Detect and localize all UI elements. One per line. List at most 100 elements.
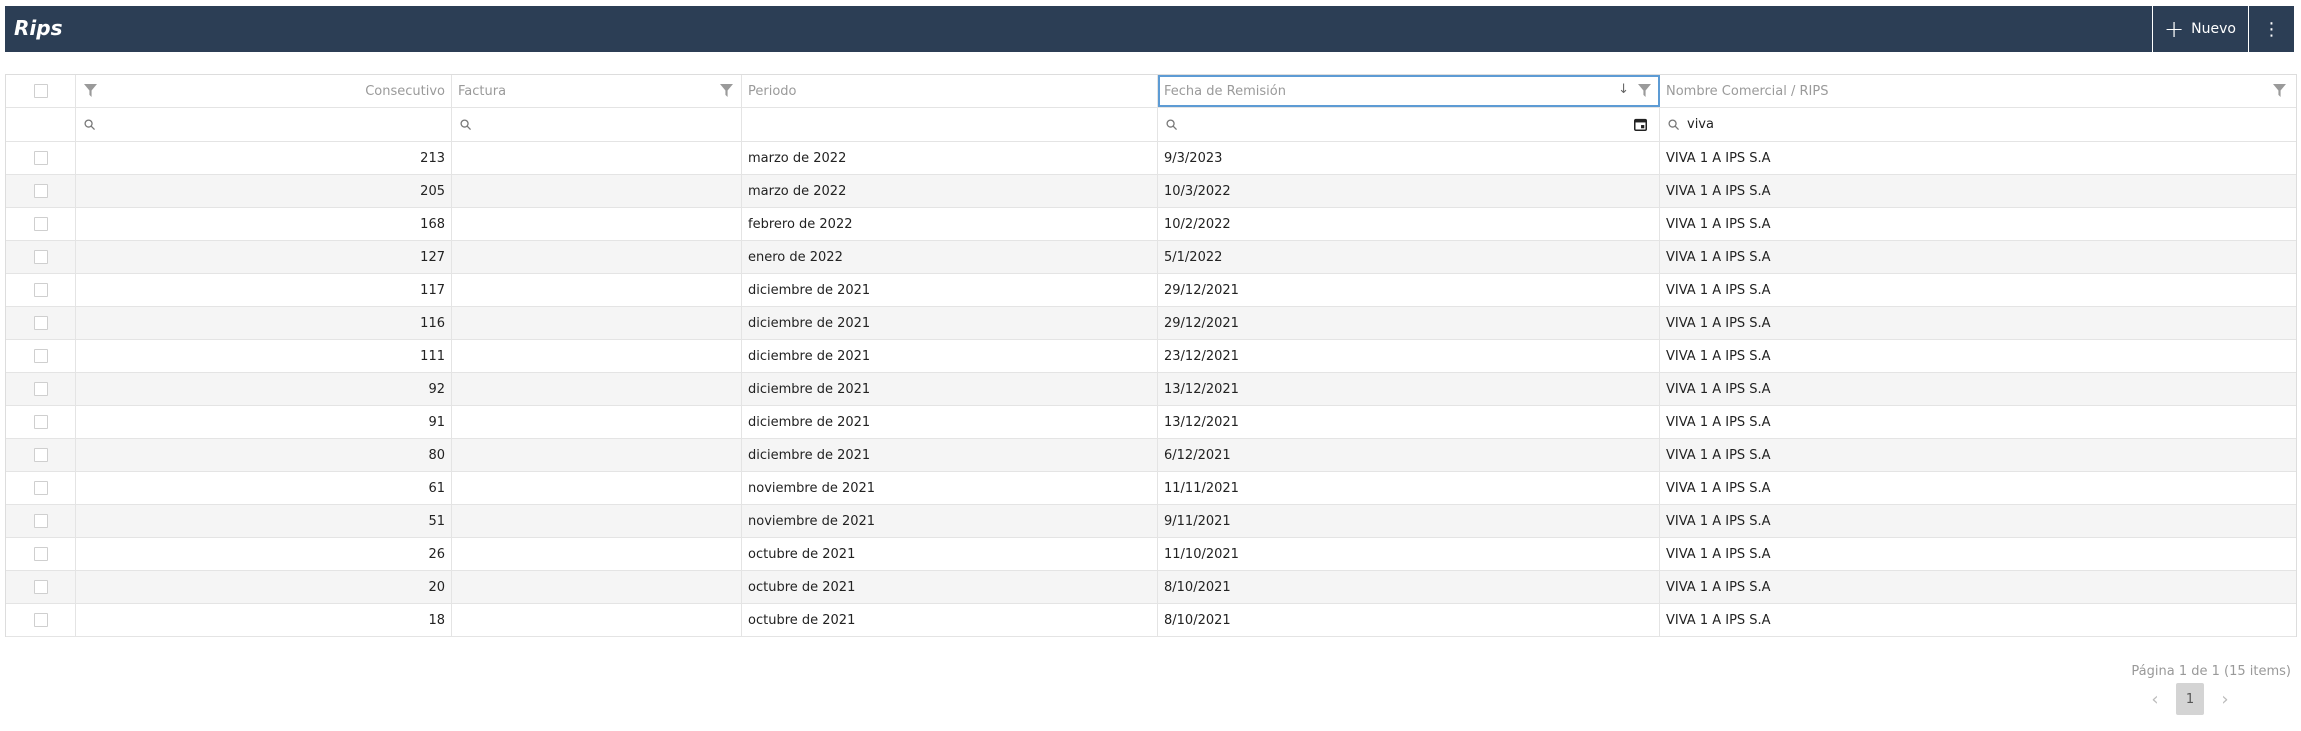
column-header-periodo[interactable]: Periodo (742, 75, 1158, 107)
row-checkbox[interactable] (33, 316, 48, 330)
cell-consecutivo: 92 (76, 373, 452, 405)
cell-periodo: noviembre de 2021 (742, 472, 1158, 504)
prev-page-icon[interactable]: ‹ (2142, 689, 2168, 710)
table-row[interactable]: 61 noviembre de 2021 11/11/2021 VIVA 1 A IP… (6, 472, 2296, 505)
cell-periodo: octubre de 2021 (742, 571, 1158, 603)
cell-fecha-remision: 13/12/2021 (1158, 373, 1660, 405)
filter-value[interactable]: viva (1687, 117, 1714, 132)
row-checkbox[interactable] (33, 184, 48, 198)
row-checkbox[interactable] (33, 580, 48, 594)
row-checkbox[interactable] (33, 349, 48, 363)
calendar-icon[interactable] (1634, 118, 1647, 131)
column-header-consecutivo[interactable]: Consecutivo (76, 75, 452, 107)
cell-factura (452, 538, 742, 570)
cell-periodo: octubre de 2021 (742, 604, 1158, 636)
paging-info: Página 1 de 1 (15 items) (2131, 664, 2291, 679)
row-select-cell (6, 142, 76, 174)
table-row[interactable]: 92 diciembre de 2021 13/12/2021 VIVA 1 A IP… (6, 373, 2296, 406)
cell-factura (452, 208, 742, 240)
cell-nombre-comercial: VIVA 1 A IPS S.A (1666, 348, 1771, 364)
column-header-factura[interactable]: Factura (452, 75, 742, 107)
row-checkbox[interactable] (33, 382, 48, 396)
cell-periodo: octubre de 2021 (742, 538, 1158, 570)
row-checkbox[interactable] (33, 481, 48, 495)
row-checkbox[interactable] (33, 250, 48, 264)
row-checkbox[interactable] (33, 283, 48, 297)
cell-consecutivo: 213 (76, 142, 452, 174)
column-label: Fecha de Remisión (1164, 83, 1286, 99)
cell-fecha-remision: 9/3/2023 (1158, 142, 1660, 174)
filter-icon[interactable] (84, 84, 97, 97)
new-button[interactable]: + Nuevo (2152, 6, 2247, 52)
table-row[interactable]: 168 febrero de 2022 10/2/2022 VIVA 1 A IPS … (6, 208, 2296, 241)
cell-factura (452, 307, 742, 339)
column-header-fecha-remision[interactable]: Fecha de Remisión ↓ (1158, 75, 1660, 107)
header-row: Consecutivo Factura Periodo Fecha de Rem… (6, 75, 2296, 108)
table-row[interactable]: 116 diciembre de 2021 29/12/2021 VIVA 1 A I… (6, 307, 2296, 340)
cell-fecha-remision: 9/11/2021 (1158, 505, 1660, 537)
row-select-cell (6, 439, 76, 471)
cell-periodo: noviembre de 2021 (742, 505, 1158, 537)
filter-icon[interactable] (2273, 84, 2286, 97)
more-options-button[interactable]: ⋮ (2248, 6, 2294, 52)
filter-icon[interactable] (720, 84, 733, 97)
cell-factura (452, 604, 742, 636)
cell-factura (452, 274, 742, 306)
cell-fecha-remision: 8/10/2021 (1158, 571, 1660, 603)
row-checkbox[interactable] (33, 151, 48, 165)
row-select-cell (6, 505, 76, 537)
cell-nombre-comercial: VIVA 1 A IPS S.A (1666, 183, 1771, 199)
next-page-icon[interactable]: › (2212, 689, 2238, 710)
table-row[interactable]: 213 marzo de 2022 9/3/2023 VIVA 1 A IPS S.A (6, 142, 2296, 175)
column-header-nombre-comercial[interactable]: Nombre Comercial / RIPS (1660, 75, 2294, 107)
table-row[interactable]: 20 octubre de 2021 8/10/2021 VIVA 1 A IPS S… (6, 571, 2296, 604)
select-all-checkbox[interactable] (33, 84, 48, 98)
cell-consecutivo: 111 (76, 340, 452, 372)
page-button-current[interactable]: 1 (2176, 683, 2204, 715)
plus-icon: + (2164, 15, 2185, 43)
cell-factura (452, 571, 742, 603)
column-label: Factura (458, 83, 507, 99)
cell-fecha-remision: 11/11/2021 (1158, 472, 1660, 504)
filter-fecha-remision[interactable] (1158, 108, 1660, 141)
table-row[interactable]: 80 diciembre de 2021 6/12/2021 VIVA 1 A IPS… (6, 439, 2296, 472)
cell-nombre-comercial: VIVA 1 A IPS S.A (1666, 513, 1771, 529)
sort-descending-icon[interactable]: ↓ (1618, 82, 1629, 97)
filter-consecutivo[interactable] (76, 108, 452, 141)
row-select-cell (6, 307, 76, 339)
row-checkbox[interactable] (33, 415, 48, 429)
table-row[interactable]: 91 diciembre de 2021 13/12/2021 VIVA 1 A IP… (6, 406, 2296, 439)
cell-consecutivo: 116 (76, 307, 452, 339)
cell-fecha-remision: 8/10/2021 (1158, 604, 1660, 636)
table-row[interactable]: 111 diciembre de 2021 23/12/2021 VIVA 1 A I… (6, 340, 2296, 373)
table-row[interactable]: 205 marzo de 2022 10/3/2022 VIVA 1 A IPS S.… (6, 175, 2296, 208)
cell-consecutivo: 51 (76, 505, 452, 537)
row-checkbox[interactable] (33, 613, 48, 627)
row-select-cell (6, 241, 76, 273)
filter-icon[interactable] (1638, 84, 1651, 97)
cell-factura (452, 439, 742, 471)
row-checkbox[interactable] (33, 448, 48, 462)
row-checkbox[interactable] (33, 547, 48, 561)
filter-nombre-comercial[interactable]: viva (1660, 108, 2294, 141)
table-row[interactable]: 117 diciembre de 2021 29/12/2021 VIVA 1 A I… (6, 274, 2296, 307)
row-select-cell (6, 571, 76, 603)
row-select-cell (6, 472, 76, 504)
row-checkbox[interactable] (33, 217, 48, 231)
rips-grid: Consecutivo Factura Periodo Fecha de Rem… (5, 74, 2297, 637)
cell-nombre-comercial: VIVA 1 A IPS S.A (1666, 282, 1771, 298)
row-checkbox[interactable] (33, 514, 48, 528)
row-select-cell (6, 274, 76, 306)
cell-periodo: diciembre de 2021 (742, 340, 1158, 372)
table-row[interactable]: 18 octubre de 2021 8/10/2021 VIVA 1 A IPS S… (6, 604, 2296, 637)
cell-nombre-comercial: VIVA 1 A IPS S.A (1666, 546, 1771, 562)
filter-periodo[interactable] (742, 108, 1158, 141)
filter-factura[interactable] (452, 108, 742, 141)
search-icon (460, 119, 471, 130)
table-row[interactable]: 26 octubre de 2021 11/10/2021 VIVA 1 A IPS … (6, 538, 2296, 571)
cell-nombre-comercial: VIVA 1 A IPS S.A (1666, 381, 1771, 397)
cell-periodo: febrero de 2022 (742, 208, 1158, 240)
table-row[interactable]: 51 noviembre de 2021 9/11/2021 VIVA 1 A IPS… (6, 505, 2296, 538)
filter-row: viva (6, 108, 2296, 142)
table-row[interactable]: 127 enero de 2022 5/1/2022 VIVA 1 A IPS S.A (6, 241, 2296, 274)
